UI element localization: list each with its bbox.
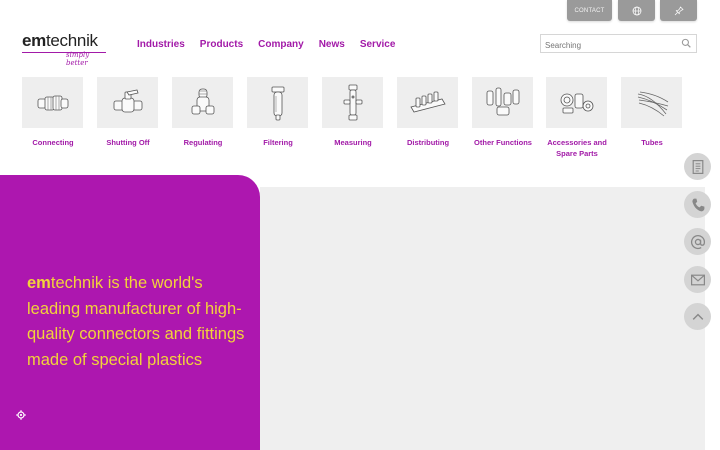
side-mail-button[interactable] [684,266,711,293]
product-measuring[interactable]: Measuring [322,77,383,148]
product-connecting[interactable]: Connecting [22,77,83,148]
logo-tagline: simply better [66,51,90,67]
product-tile [22,77,83,128]
product-shutting-off[interactable]: Shutting Off [97,77,158,148]
product-tile [172,77,233,128]
pin-icon [674,5,684,15]
connector-icon [37,95,68,110]
nav-industries[interactable]: Industries [137,39,185,50]
fittings-icon [486,87,519,115]
valve-icon [113,89,142,112]
location-button[interactable] [660,0,697,21]
document-icon [692,159,703,174]
main-nav: Industries Products Company News Service [137,39,410,50]
nav-news[interactable]: News [319,39,345,50]
language-button[interactable] [618,0,655,21]
mail-icon [690,274,705,285]
logo-wordmark: emtechnik [22,31,98,50]
search-icon[interactable] [681,38,692,49]
logo[interactable]: emtechnik simply better [22,31,110,67]
tubes-icon [637,91,668,116]
product-label: Distributing [406,138,450,147]
side-document-button[interactable] [684,153,711,180]
arrow-up-icon [692,313,703,320]
product-label: Tubes [641,138,663,147]
product-label: Filtering [263,138,293,147]
product-label: Measuring [334,138,372,147]
product-tubes[interactable]: Tubes [621,77,682,148]
regulator-icon [191,88,214,114]
product-accessories[interactable]: Accessories and Spare Parts [546,77,607,159]
nav-company[interactable]: Company [258,39,304,50]
hero-text: technik is the world's leading manufactu… [27,274,245,370]
search-input[interactable] [541,37,679,54]
product-tile [397,77,458,128]
accessories-icon [560,93,593,113]
product-tile [546,77,607,128]
product-tile [472,77,533,128]
manifold-icon [409,91,446,112]
phone-icon [691,198,704,211]
product-label: Shutting Off [106,138,150,147]
hero-brand: em [27,274,51,292]
product-regulating[interactable]: Regulating [172,77,233,148]
at-icon [690,234,705,249]
scroll-to-top-button[interactable] [684,303,711,330]
side-phone-button[interactable] [684,191,711,218]
product-label: Accessories and Spare Parts [547,138,607,158]
product-tile [97,77,158,128]
contact-button-label: CONTACT [574,7,605,14]
search-box [540,34,697,54]
product-other-functions[interactable]: Other Functions [472,77,533,148]
contact-button[interactable]: CONTACT [567,0,612,21]
product-label: Regulating [183,138,223,147]
nav-service[interactable]: Service [360,39,396,50]
product-label: Other Functions [474,138,532,147]
flowmeter-icon [343,84,362,120]
product-filtering[interactable]: Filtering [247,77,308,148]
product-tile [621,77,682,128]
hero-image-area [260,187,705,450]
product-distributing[interactable]: Distributing [397,77,458,148]
globe-icon [632,6,641,15]
product-tile [322,77,383,128]
cookie-settings-icon[interactable] [15,409,27,421]
nav-products[interactable]: Products [200,39,243,50]
product-tile [247,77,308,128]
filter-icon [271,86,284,120]
hero-headline: emtechnik is the world's leading manufac… [27,271,247,374]
product-label: Connecting [32,138,74,147]
side-email-at-button[interactable] [684,228,711,255]
